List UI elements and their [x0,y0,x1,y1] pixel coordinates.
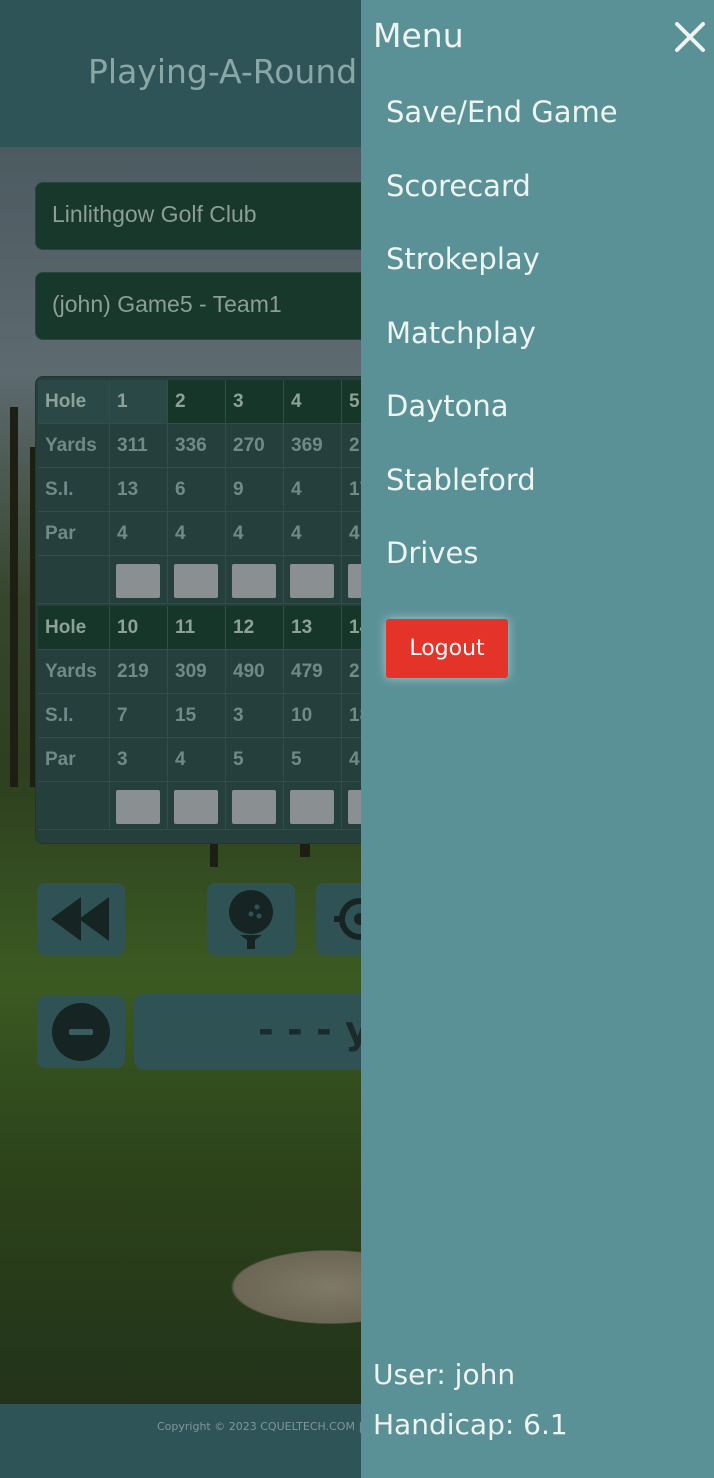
menu-item-daytona[interactable]: Daytona [386,389,509,423]
distance-display: - - - y [134,994,394,1070]
game-select[interactable]: (john) Game5 - Team1 [35,272,397,340]
menu-title: Menu [373,16,464,55]
yards-value: 219 [110,650,168,694]
si-label: S.I. [38,694,110,738]
score-input[interactable] [290,564,334,598]
si-value: 9 [226,468,284,512]
score-input[interactable] [232,564,276,598]
yards-value: 336 [168,424,226,468]
menu-item-save-end-game[interactable]: Save/End Game [386,95,618,129]
score-input[interactable] [116,790,160,824]
hole-number: 10 [110,606,168,650]
si-label: S.I. [38,468,110,512]
score-cell [284,782,342,830]
score-input[interactable] [290,790,334,824]
copyright-text: Copyright © 2023 CQUELTECH.COM | [157,1420,363,1433]
close-menu-button[interactable] [673,20,707,54]
score-cell [110,782,168,830]
score-input[interactable] [174,790,218,824]
yards-value: 369 [284,424,342,468]
hole-number: 4 [284,380,342,424]
par-label: Par [38,738,110,782]
rewind-icon [51,897,109,941]
hole-label: Hole [38,380,110,424]
yards-value: 309 [168,650,226,694]
par-label: Par [38,512,110,556]
menu-item-stableford[interactable]: Stableford [386,463,536,497]
par-value: 5 [226,738,284,782]
menu-item-scorecard[interactable]: Scorecard [386,169,531,203]
score-cell [284,556,342,604]
hole-number: 12 [226,606,284,650]
par-value: 3 [110,738,168,782]
score-input[interactable] [232,790,276,824]
scorecard-table: Hole 1 2 3 4 5 Yards 311 336 270 369 2 S… [35,376,377,844]
course-select[interactable]: Linlithgow Golf Club [35,182,397,250]
hole-number: 2 [168,380,226,424]
yards-label: Yards [38,650,110,694]
hole-number: 11 [168,606,226,650]
minus-circle-icon [52,1003,110,1061]
tee-shot-button[interactable] [207,883,295,955]
si-value: 15 [168,694,226,738]
yards-value: 479 [284,650,342,694]
si-value: 13 [110,468,168,512]
score-cell [110,556,168,604]
menu-item-strokeplay[interactable]: Strokeplay [386,242,540,276]
score-cell [226,556,284,604]
hole-label: Hole [38,606,110,650]
golf-tee-icon [229,890,273,949]
si-value: 10 [284,694,342,738]
logout-button[interactable]: Logout [386,619,508,678]
crosshair-icon [334,898,381,940]
gps-locate-button[interactable] [316,883,381,955]
hole-number: 13 [284,606,342,650]
side-menu: Menu Save/End Game Scorecard Strokeplay … [361,0,714,1478]
hole-number: 1 [110,380,168,424]
si-value: 4 [284,468,342,512]
par-value: 4 [168,738,226,782]
score-input[interactable] [116,564,160,598]
score-row-label [38,556,110,604]
yards-value: 270 [226,424,284,468]
score-cell [168,556,226,604]
score-cell [226,782,284,830]
course-select-value: Linlithgow Golf Club [52,201,257,227]
close-icon [675,22,705,52]
hole-number: 3 [226,380,284,424]
si-value: 6 [168,468,226,512]
score-cell [168,782,226,830]
yards-value: 311 [110,424,168,468]
yards-value: 490 [226,650,284,694]
yards-label: Yards [38,424,110,468]
si-value: 3 [226,694,284,738]
previous-hole-button[interactable] [37,883,125,955]
game-select-value: (john) Game5 - Team1 [52,291,282,317]
zoom-out-button[interactable] [37,996,125,1068]
menu-item-matchplay[interactable]: Matchplay [386,316,536,350]
menu-item-drives[interactable]: Drives [386,536,478,570]
par-value: 4 [284,512,342,556]
distance-text: - - - y [258,1008,370,1052]
par-value: 5 [284,738,342,782]
par-value: 4 [226,512,284,556]
par-value: 4 [168,512,226,556]
user-handicap: Handicap: 6.1 [373,1408,568,1441]
tree-trunk [10,407,18,787]
app-title: Playing-A-Round [88,52,358,91]
score-row-label [38,782,110,830]
par-value: 4 [110,512,168,556]
score-input[interactable] [174,564,218,598]
si-value: 7 [110,694,168,738]
user-name: User: john [373,1358,516,1391]
